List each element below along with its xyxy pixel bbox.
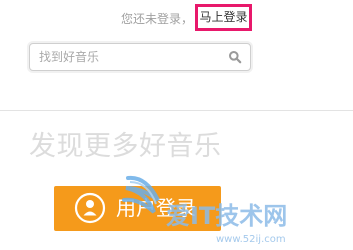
slogan: 发现更多好音乐 [29,131,222,162]
search-box [29,43,251,71]
search-icon[interactable] [228,50,242,64]
watermark-url: www.52ij.com [216,234,286,245]
login-now-link[interactable]: 马上登录 [195,4,252,31]
site-watermark: 爱IT技术网 www.52ij.com [122,175,287,245]
user-icon [74,192,106,224]
page: { "header": { "login_prompt": "您还未登录，", … [0,0,353,250]
search-input[interactable] [39,48,219,66]
divider [0,110,353,111]
login-prompt-text: 您还未登录， [121,12,194,26]
watermark-brand: 爱IT技术网 [166,202,287,230]
